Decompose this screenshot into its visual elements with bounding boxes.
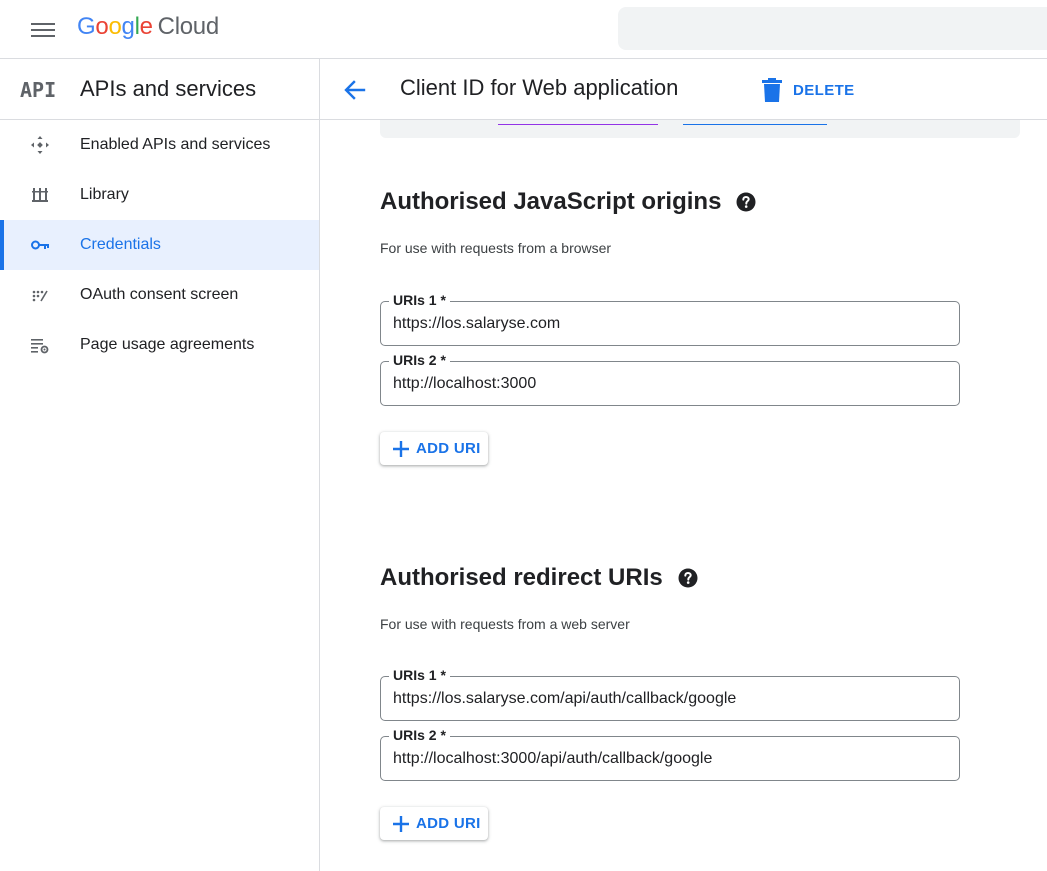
js-origins-section-title: Authorised JavaScript origins	[380, 188, 756, 216]
oauth-consent-icon	[30, 285, 50, 305]
logo-letter: G	[77, 13, 96, 40]
js-origin-input-1[interactable]	[393, 314, 943, 334]
trash-icon	[762, 78, 782, 102]
sidebar-item-label: Library	[80, 186, 129, 203]
sidebar: API APIs and services Enabled APIs and s…	[0, 59, 320, 871]
logo-letter: e	[139, 13, 153, 40]
redirect-uri-input-2[interactable]	[393, 749, 943, 769]
add-redirect-uri-button[interactable]: ADD URI	[380, 807, 488, 840]
link-underline[interactable]	[683, 124, 827, 125]
key-icon	[30, 235, 50, 255]
js-origins-description: For use with requests from a browser	[380, 240, 612, 256]
plus-icon	[393, 440, 409, 457]
sidebar-item-oauth-consent[interactable]: OAuth consent screen	[0, 270, 319, 320]
delete-label: DELETE	[793, 81, 855, 99]
settings-list-icon	[30, 335, 50, 355]
field-label: URIs 2 *	[389, 351, 450, 369]
section-title-text: Authorised redirect URIs	[380, 564, 663, 591]
sidebar-item-page-usage[interactable]: Page usage agreements	[0, 320, 319, 370]
logo-letter: g	[121, 13, 135, 40]
sidebar-header: API APIs and services	[0, 59, 319, 120]
logo-product: Cloud	[157, 13, 220, 40]
sidebar-item-enabled-apis[interactable]: Enabled APIs and services	[0, 120, 319, 170]
delete-button[interactable]: DELETE	[761, 75, 855, 105]
google-cloud-logo[interactable]: Google Cloud	[77, 13, 219, 41]
main-menu-icon[interactable]	[31, 20, 55, 40]
enabled-apis-icon	[30, 135, 50, 155]
client-info-panel	[380, 120, 1020, 138]
link-underline[interactable]	[498, 124, 658, 125]
add-uri-label: ADD URI	[416, 815, 481, 832]
js-origin-input-2[interactable]	[393, 374, 943, 394]
api-icon: API	[20, 78, 57, 102]
add-uri-label: ADD URI	[416, 440, 481, 457]
redirect-uri-field-2: URIs 2 *	[380, 726, 960, 781]
sidebar-item-library[interactable]: Library	[0, 170, 319, 220]
redirect-uri-input-1[interactable]	[393, 689, 943, 709]
search-input[interactable]	[618, 7, 1047, 50]
redirect-uris-description: For use with requests from a web server	[380, 616, 630, 632]
sidebar-item-credentials[interactable]: Credentials	[0, 220, 319, 270]
help-icon[interactable]	[678, 568, 698, 588]
page-header: Client ID for Web application DELETE	[320, 59, 1047, 120]
logo-letter: o	[108, 13, 122, 40]
library-icon	[30, 185, 50, 205]
add-js-origin-button[interactable]: ADD URI	[380, 432, 488, 465]
field-label: URIs 1 *	[389, 666, 450, 684]
js-origin-field-1: URIs 1 *	[380, 291, 960, 346]
help-icon[interactable]	[736, 192, 756, 212]
sidebar-item-label: Enabled APIs and services	[80, 136, 271, 153]
section-title-text: Authorised JavaScript origins	[380, 188, 722, 215]
sidebar-item-label: OAuth consent screen	[80, 286, 239, 303]
page-title: Client ID for Web application	[400, 75, 679, 100]
field-label: URIs 2 *	[389, 726, 450, 744]
redirect-uri-field-1: URIs 1 *	[380, 666, 960, 721]
redirect-uris-section-title: Authorised redirect URIs	[380, 564, 698, 592]
field-label: URIs 1 *	[389, 291, 450, 309]
top-bar: Google Cloud	[0, 0, 1047, 59]
sidebar-item-label: Credentials	[80, 236, 161, 253]
sidebar-item-label: Page usage agreements	[80, 336, 255, 353]
sidebar-title: APIs and services	[80, 76, 257, 101]
plus-icon	[393, 815, 409, 832]
logo-letter: o	[95, 13, 109, 40]
js-origin-field-2: URIs 2 *	[380, 351, 960, 406]
back-arrow-icon[interactable]	[342, 77, 368, 103]
